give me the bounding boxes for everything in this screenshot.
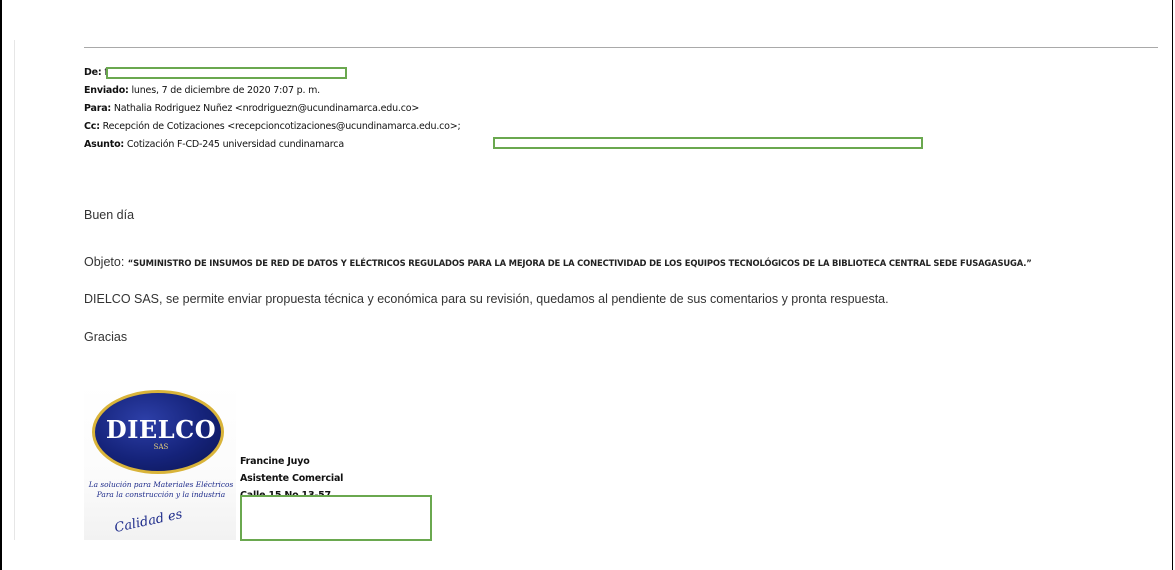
- dielco-logo: DIELCO SAS La solución para Materiales E…: [84, 384, 236, 540]
- to-value: Nathalia Rodriguez Nuñez <nrodriguezn@uc…: [113, 103, 420, 114]
- logo-suffix: SAS: [153, 443, 169, 451]
- subject-label: Asunto:: [84, 139, 125, 150]
- header-divider: [84, 47, 1158, 48]
- closing: Gracias: [84, 330, 128, 344]
- greeting: Buen día: [84, 208, 135, 222]
- redaction-box-from: [106, 67, 347, 79]
- body-paragraph: DIELCO SAS, se permite enviar propuesta …: [84, 292, 889, 306]
- sent-label: Enviado:: [84, 85, 129, 96]
- objeto-line: Objeto: “SUMINISTRO DE INSUMOS DE RED DE…: [84, 255, 1032, 269]
- cc-row: Cc: Recepción de Cotizaciones <recepcion…: [84, 118, 1164, 136]
- objeto-text: “SUMINISTRO DE INSUMOS DE RED DE DATOS Y…: [127, 258, 1032, 268]
- sent-row: Enviado: lunes, 7 de diciembre de 2020 7…: [84, 82, 1164, 100]
- to-row: Para: Nathalia Rodriguez Nuñez <nrodrigu…: [84, 100, 1164, 118]
- logo-oval: DIELCO SAS: [92, 390, 224, 474]
- subject-value: Cotización F-CD-245 universidad cundinam…: [126, 139, 344, 150]
- cc-label: Cc:: [84, 121, 100, 132]
- to-label: Para:: [84, 103, 112, 114]
- cc-value: Recepción de Cotizaciones <recepcioncoti…: [102, 121, 461, 132]
- signature-name: Francine Juyo: [240, 456, 310, 467]
- logo-tagline-2: Para la construcción y la industria: [96, 490, 226, 499]
- logo-tagline: La solución para Materiales Eléctricos P…: [88, 480, 234, 500]
- logo-tagline-1: La solución para Materiales Eléctricos: [88, 480, 234, 489]
- signature-title: Asistente Comercial: [240, 473, 344, 484]
- logo-slogan: Calidad es: [113, 507, 184, 536]
- signature-block: Francine Juyo Asistente Comercial Calle …: [240, 453, 343, 497]
- objeto-label: Objeto:: [84, 255, 125, 269]
- redaction-box-signature: [240, 495, 432, 541]
- sent-value: lunes, 7 de diciembre de 2020 7:07 p. m.: [131, 85, 320, 96]
- logo-brand: DIELCO: [105, 415, 217, 444]
- redaction-box-cc: [493, 137, 923, 149]
- from-label: De:: [84, 67, 102, 78]
- left-gutter: [14, 40, 21, 540]
